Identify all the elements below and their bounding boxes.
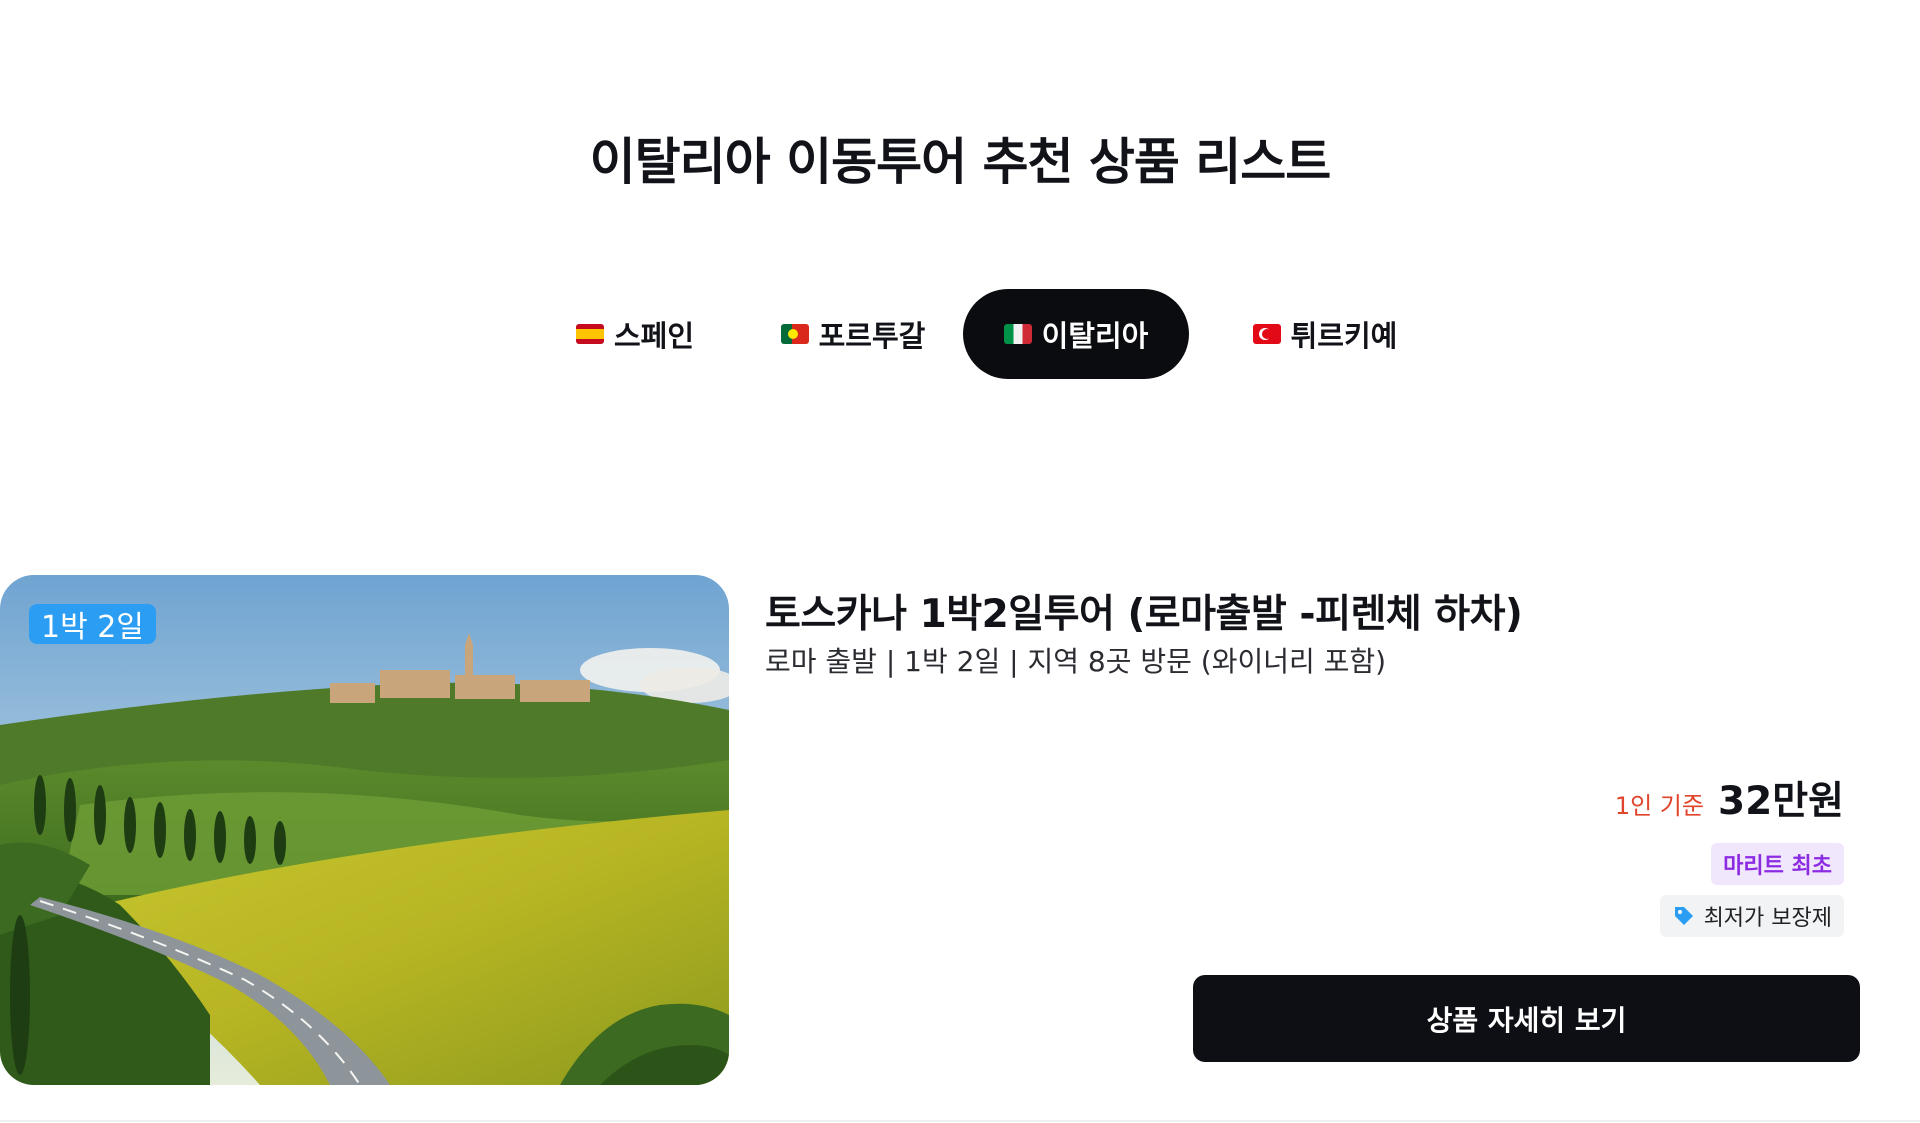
- price-basis: 1인 기준: [1614, 792, 1704, 820]
- price-row: 1인 기준 32만원: [1615, 770, 1844, 826]
- divider: [0, 1120, 1920, 1122]
- marit-first-badge: 마리트 최초: [1711, 843, 1844, 885]
- tab-label: 이탈리아: [1041, 319, 1149, 353]
- country-tabs: 스페인 포르투갈 이탈리아 튀르키예: [0, 289, 1920, 379]
- product-subtitle: 로마 출발 | 1박 2일 | 지역 8곳 방문 (와이너리 포함): [765, 645, 1387, 678]
- tab-turkiye[interactable]: 튀르키예: [1212, 289, 1438, 379]
- duration-badge: 1박 2일: [29, 604, 156, 645]
- tab-label: 스페인: [613, 319, 695, 353]
- portugal-flag-icon: [780, 324, 809, 344]
- turkiye-flag-icon: [1252, 324, 1281, 344]
- tab-italy[interactable]: 이탈리아: [963, 289, 1189, 379]
- tab-portugal[interactable]: 포르투갈: [740, 289, 966, 379]
- tab-label: 포르투갈: [818, 319, 926, 353]
- product-title[interactable]: 토스카나 1박2일투어 (로마출발 -피렌체 하차): [765, 583, 1523, 639]
- price-value: 32만원: [1717, 779, 1844, 824]
- tab-label: 튀르키예: [1290, 319, 1398, 353]
- product-image[interactable]: 1박 2일: [0, 575, 729, 1085]
- lowest-price-badge: 최저가 보장제: [1659, 895, 1844, 937]
- italy-flag-icon: [1003, 324, 1032, 344]
- spain-flag-icon: [575, 324, 604, 344]
- price-tag-icon: [1674, 907, 1693, 925]
- lowest-price-label: 최저가 보장제: [1703, 906, 1832, 931]
- page-title: 이탈리아 이동투어 추천 상품 리스트: [589, 133, 1332, 191]
- view-details-button[interactable]: 상품 자세히 보기: [1193, 975, 1860, 1062]
- tab-spain[interactable]: 스페인: [522, 289, 748, 379]
- tuscany-landscape-image: [0, 575, 729, 1085]
